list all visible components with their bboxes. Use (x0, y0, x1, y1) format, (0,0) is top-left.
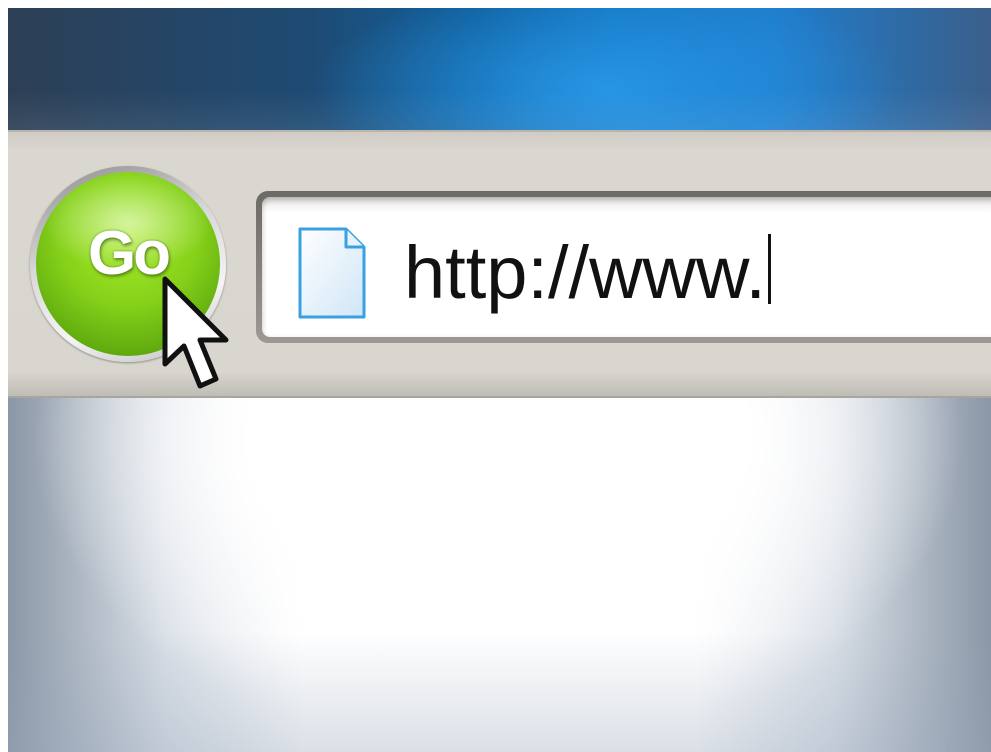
url-text: http://www. (404, 231, 771, 315)
address-bar[interactable]: http://www. (256, 191, 991, 343)
go-button[interactable]: Go (36, 172, 220, 356)
document-page-icon (298, 227, 366, 319)
title-bar (8, 8, 991, 130)
browser-window: Go http://www. (8, 8, 991, 752)
address-input[interactable]: http://www. (262, 197, 991, 337)
go-button-label: Go (87, 219, 171, 288)
page-content-area (8, 398, 991, 752)
url-value: http://www. (404, 231, 766, 314)
text-caret (767, 234, 771, 304)
